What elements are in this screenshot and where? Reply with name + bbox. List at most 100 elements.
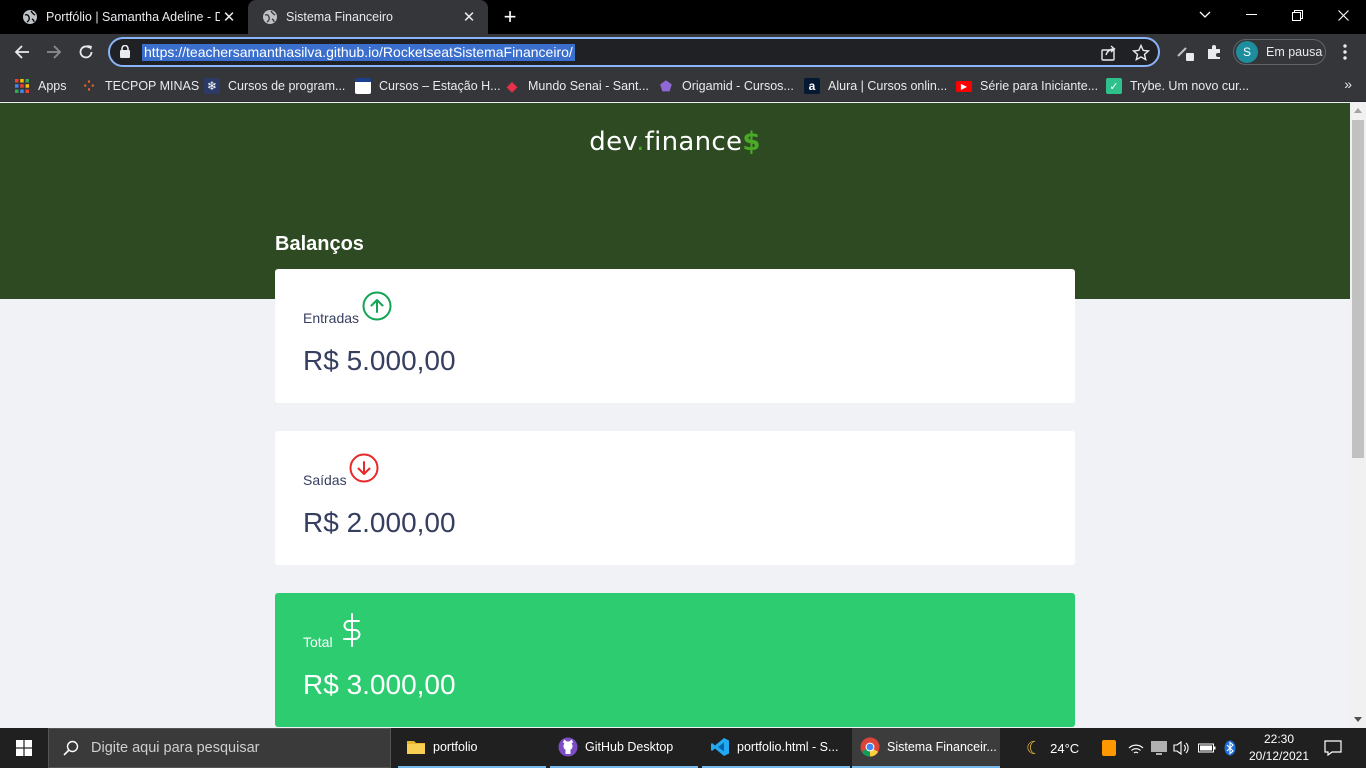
bookmark-alura[interactable]: a Alura | Cursos onlin... [804, 77, 947, 95]
bookmarks-overflow-button[interactable]: » [1344, 76, 1352, 92]
dollar-sign-icon [343, 613, 361, 647]
total-card: Total R$ 3.000,00 [275, 593, 1075, 727]
more-vert-icon [1343, 44, 1347, 60]
senai-icon: ◆ [506, 77, 518, 94]
taskbar-item-vscode[interactable]: portfolio.html - S... [702, 728, 850, 768]
total-label: Total [303, 634, 333, 650]
expense-card: Saídas R$ 2.000,00 [275, 431, 1075, 565]
taskbar-item-label: Sistema Financeir... [887, 740, 997, 754]
browser-tab-strip: Portfólio | Samantha Adeline - De ✕ Sist… [0, 0, 1366, 34]
profile-status: Em pausa [1266, 45, 1323, 59]
bookmark-apps[interactable]: Apps [14, 77, 67, 95]
logo-dollar: $ [742, 127, 761, 157]
puzzle-icon [1208, 45, 1220, 59]
bookmark-serie-iniciantes[interactable]: ▶ Série para Iniciante... [956, 77, 1098, 95]
scroll-down-arrow[interactable] [1354, 717, 1362, 722]
tab-title: Portfólio | Samantha Adeline - De [46, 10, 220, 24]
monitor-icon [1151, 741, 1167, 755]
share-icon[interactable] [1100, 44, 1118, 62]
bookmark-label: Cursos – Estação H... [379, 79, 501, 93]
extensions-button[interactable] [1201, 39, 1227, 65]
address-bar[interactable]: https://teachersamanthasilva.github.io/R… [108, 37, 1160, 67]
star-icon[interactable] [1132, 44, 1150, 62]
trybe-icon: ✓ [1106, 78, 1122, 94]
taskbar-item-label: portfolio [433, 740, 478, 754]
edit-extension-button[interactable] [1172, 39, 1198, 65]
restore-button[interactable] [1274, 0, 1320, 30]
bookmark-origamid[interactable]: ⬟ Origamid - Cursos... [658, 77, 794, 95]
bookmark-label: Apps [38, 79, 67, 93]
bookmark-label: TECPOP MINAS [105, 79, 200, 93]
notification-icon [1324, 740, 1342, 756]
profile-button[interactable]: S Em pausa [1233, 39, 1326, 65]
search-placeholder: Digite aqui para pesquisar [91, 740, 260, 756]
chrome-icon [860, 737, 880, 757]
back-button[interactable] [9, 39, 35, 65]
arrow-left-icon [14, 45, 29, 59]
close-window-button[interactable] [1320, 0, 1366, 30]
tray-volume[interactable] [1173, 728, 1191, 768]
folder-icon [407, 741, 425, 754]
taskbar-item-chrome[interactable]: Sistema Financeir... [852, 728, 1000, 768]
logo-finance: finance [644, 127, 743, 157]
taskbar-search[interactable]: Digite aqui para pesquisar [48, 728, 391, 768]
bookmark-estacao[interactable]: Cursos – Estação H... [355, 77, 501, 95]
youtube-icon: ▶ [956, 80, 972, 92]
lock-icon [120, 45, 130, 58]
balance-section-title: Balanços [275, 233, 364, 255]
weather-temperature: 24°C [1050, 740, 1080, 756]
bookmark-mundo-senai[interactable]: ◆ Mundo Senai - Sant... [504, 77, 649, 95]
estacao-icon [355, 78, 371, 94]
page-scrollbar[interactable] [1350, 103, 1366, 728]
forward-button[interactable] [41, 39, 67, 65]
tab-portfolio[interactable]: Portfólio | Samantha Adeline - De ✕ [8, 0, 248, 34]
new-tab-button[interactable]: + [498, 5, 522, 29]
avatar: S [1236, 41, 1258, 63]
taskbar-item-github-desktop[interactable]: GitHub Desktop [550, 728, 698, 768]
url-text[interactable]: https://teachersamanthasilva.github.io/R… [142, 44, 575, 61]
logo[interactable]: dev.finance$ [0, 127, 1350, 157]
bookmark-tecpop[interactable]: ⁘ TECPOP MINAS [81, 77, 199, 95]
restore-icon [1291, 9, 1303, 21]
bookmark-cursos-programacao[interactable]: ❄ Cursos de program... [204, 77, 345, 95]
menu-button[interactable] [1332, 39, 1358, 65]
tray-network[interactable] [1128, 728, 1144, 768]
clock-time: 22:30 [1263, 732, 1295, 746]
arrow-down-circle-icon [349, 453, 379, 483]
close-tab-icon[interactable]: ✕ [460, 8, 478, 26]
bookmark-trybe[interactable]: ✓ Trybe. Um novo cur... [1106, 77, 1249, 95]
tab-sistema-financeiro[interactable]: Sistema Financeiro ✕ [248, 0, 488, 34]
start-button[interactable] [0, 728, 48, 768]
arrow-up-circle-icon [362, 291, 392, 321]
scrollbar-thumb[interactable] [1352, 120, 1364, 458]
weather-widget[interactable]: ☾ 24°C [1026, 728, 1079, 768]
minimize-button[interactable] [1228, 0, 1274, 30]
globe-icon [23, 10, 37, 24]
minimize-icon [1245, 14, 1257, 15]
taskbar-item-portfolio-folder[interactable]: portfolio [398, 728, 546, 768]
bookmark-label: Trybe. Um novo cur... [1130, 79, 1250, 93]
tab-search-button[interactable] [1182, 0, 1228, 30]
bookmark-label: Alura | Cursos onlin... [828, 79, 948, 93]
logo-dot: . [636, 127, 645, 157]
arrow-right-icon [47, 45, 62, 59]
tray-app-icon[interactable] [1102, 728, 1116, 768]
tray-bluetooth[interactable] [1224, 728, 1236, 768]
taskbar-item-label: GitHub Desktop [585, 740, 674, 754]
tray-battery[interactable] [1198, 728, 1216, 768]
scroll-up-arrow[interactable] [1354, 108, 1362, 113]
bookmark-label: Mundo Senai - Sant... [528, 79, 649, 93]
income-amount: R$ 5.000,00 [303, 345, 456, 376]
taskbar-item-label: portfolio.html - S... [737, 740, 839, 754]
close-icon [1337, 9, 1349, 21]
close-tab-icon[interactable]: ✕ [220, 8, 238, 26]
reload-button[interactable] [73, 39, 99, 65]
notifications-button[interactable] [1324, 728, 1342, 768]
alura-icon: a [804, 78, 820, 94]
tray-display[interactable] [1150, 728, 1168, 768]
bookmark-label: Série para Iniciante... [980, 79, 1099, 93]
taskbar-clock[interactable]: 22:30 20/12/2021 [1244, 731, 1314, 765]
bookmarks-bar: Apps ⁘ TECPOP MINAS ❄ Cursos de program.… [0, 70, 1366, 102]
origamid-icon: ⬟ [659, 77, 673, 94]
bookmark-label: Origamid - Cursos... [682, 79, 794, 93]
